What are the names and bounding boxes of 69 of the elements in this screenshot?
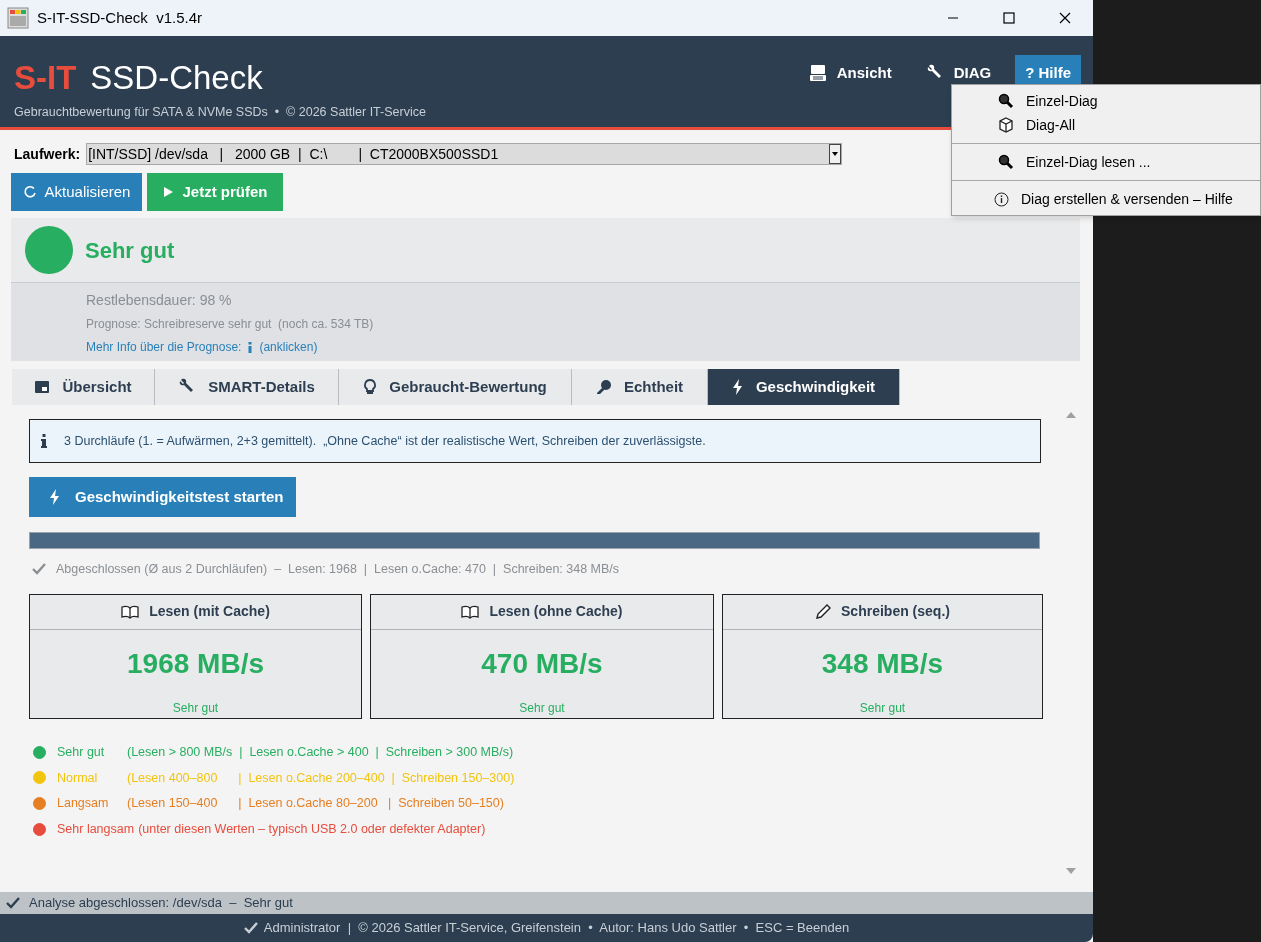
- menu-item[interactable]: Einzel-Diag: [952, 89, 1260, 113]
- legend-label: Normal: [57, 769, 99, 787]
- book-icon: [121, 604, 140, 619]
- legend-range: (unter diesen Werten – typisch USB 2.0 oder defekter Adapter): [138, 821, 486, 838]
- info-icon: [40, 433, 48, 449]
- tab[interactable]: Echtheit: [572, 369, 708, 405]
- check-icon: [32, 563, 46, 576]
- menu-item[interactable]: Diag erstellen & versenden – Hilfe: [952, 187, 1260, 211]
- search-icon: [998, 93, 1014, 109]
- menu-button[interactable]: Ansicht: [798, 55, 902, 91]
- dropdown-caret-icon: [829, 144, 842, 164]
- result-summary-text: Abgeschlossen (Ø aus 2 Durchläufen) – Lesen: 1968 | Lesen o.Cache: 470 | Schreiben: 348 MB/s: [56, 561, 620, 578]
- scroll-down-icon[interactable]: [1066, 867, 1076, 875]
- speed-value: 1968 MB/s: [127, 646, 264, 681]
- speed-rating: Sehr gut: [859, 699, 906, 717]
- refresh-button[interactable]: Aktualisieren: [11, 173, 142, 211]
- speed-rating: Sehr gut: [519, 699, 565, 717]
- drive-label: Laufwerk:: [14, 144, 81, 164]
- info-text: 3 Durchläufe (1. = Aufwärmen, 2+3 gemittelt). „Ohne Cache“ ist der realistische Wert, Schreiben der zuverlässigste.: [64, 432, 706, 450]
- menu-item[interactable]: Diag-All: [952, 113, 1260, 137]
- menu-button[interactable]: DIAG: [915, 55, 1002, 91]
- card-title: Lesen (mit Cache): [149, 602, 270, 622]
- card-title: Schreiben (seq.): [841, 602, 950, 622]
- legend-label: Sehr gut: [57, 743, 106, 761]
- menu-item[interactable]: Einzel-Diag lesen ...: [952, 150, 1260, 174]
- maximize-icon[interactable]: [1003, 12, 1015, 24]
- app-subtitle: Gebrauchtbewertung für SATA & NVMe SSDs • © 2026 Sattler IT-Service: [14, 104, 426, 121]
- key-icon: [595, 379, 612, 395]
- monitor-icon: [808, 64, 827, 82]
- legend-label: Sehr langsam: [57, 821, 135, 838]
- app-title: SSD-Check: [90, 58, 263, 98]
- close-icon[interactable]: [1059, 12, 1071, 24]
- pencil-icon: [815, 603, 832, 620]
- legend-range: (Lesen > 800 MB/s | Lesen o.Cache > 400 | Schreiben > 300 MB/s): [127, 743, 514, 761]
- app-icon: [7, 7, 29, 29]
- speed-rating: Sehr gut: [172, 699, 219, 717]
- brand-logo-text: S-IT: [14, 58, 77, 98]
- cube-icon: [998, 117, 1014, 133]
- refresh-icon: [22, 185, 37, 199]
- drive-dropdown[interactable]: [INT/SSD] /dev/sda | 2000 GB | C:\ | CT2000BX500SSD1: [86, 143, 843, 165]
- lightning-icon: [731, 379, 744, 395]
- tab[interactable]: Gebraucht-Bewertung: [339, 369, 572, 405]
- start-speed-test-button[interactable]: Geschwindigkeitstest starten: [29, 477, 296, 517]
- legend-range: (Lesen 150–400 | Lesen o.Cache 80–200 | Schreiben 50–150): [127, 795, 504, 813]
- check-icon: [6, 897, 20, 909]
- lightning-icon: [49, 489, 61, 505]
- tab[interactable]: Übersicht: [12, 369, 155, 405]
- scroll-up-icon[interactable]: [1066, 411, 1076, 419]
- info-icon: [247, 341, 254, 353]
- legend-label: Langsam: [57, 795, 110, 813]
- speed-value: 470 MB/s: [481, 646, 603, 681]
- check-icon: [243, 922, 258, 934]
- footer-text: Administrator | © 2026 Sattler IT-Service, Greifenstein • Autor: Hans Udo Sattler • ESC = Beenden: [263, 919, 850, 938]
- legend-range: (Lesen 400–800 | Lesen o.Cache 200–400 | Schreiben 150–300): [127, 769, 515, 787]
- prognosis-text: Prognose: Schreibreserve sehr gut (noch ca. 534 TB): [86, 316, 375, 332]
- tab[interactable]: SMART-Details: [155, 369, 339, 405]
- info-icon: [994, 191, 1009, 207]
- play-icon: [162, 186, 175, 198]
- search-icon: [998, 154, 1014, 170]
- card-title: Lesen (ohne Cache): [489, 602, 623, 622]
- book-icon: [461, 604, 480, 619]
- window-title: S-IT-SSD-Check v1.5.4r: [37, 7, 203, 28]
- box-icon: [34, 379, 51, 395]
- speed-value: 348 MB/s: [821, 646, 944, 681]
- remaining-life-text: Restlebensdauer: 98 %: [86, 291, 233, 309]
- status-title: Sehr gut: [85, 236, 175, 265]
- lightbulb-icon: [363, 379, 378, 395]
- tab[interactable]: Geschwindigkeit: [708, 369, 900, 405]
- status-bar-text: Analyse abgeschlossen: /dev/sda – Sehr gut: [29, 894, 293, 913]
